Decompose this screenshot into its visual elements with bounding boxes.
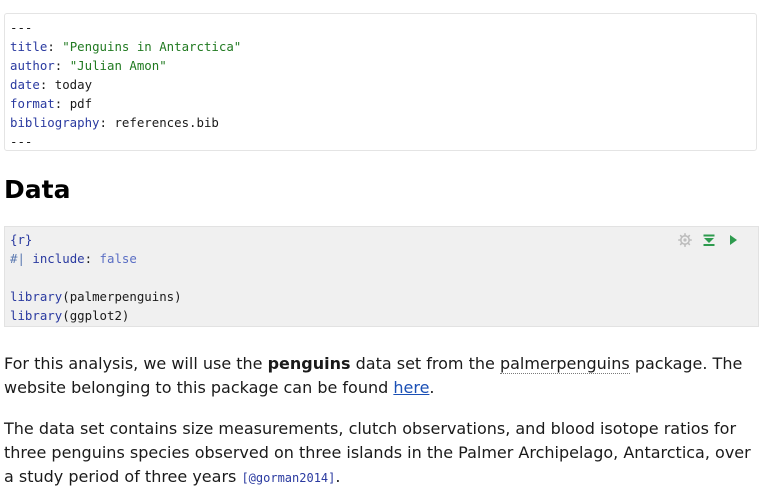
r-code-chunk[interactable]: {r} #| include: false library(palmerpeng… (4, 226, 759, 327)
citation-reference[interactable]: [@gorman2014] (241, 471, 335, 485)
chunk-code-line-1: library(palmerpenguins) (10, 289, 182, 304)
run-chunk-icon[interactable] (726, 233, 740, 247)
yaml-title-line: title: "Penguins in Antarctica" (10, 39, 242, 54)
yaml-bibliography-line: bibliography: references.bib (10, 115, 219, 130)
yaml-format-line: format: pdf (10, 96, 93, 111)
section-heading-data: Data (4, 175, 71, 204)
yaml-date-line: date: today (10, 77, 93, 92)
paragraph-dataset-description: The data set contains size measurements,… (4, 419, 751, 486)
yaml-open-fence: --- (10, 20, 33, 35)
chunk-code-line-2: library(ggplot2) (10, 308, 130, 323)
chunk-toolbar (678, 233, 740, 247)
package-website-link[interactable]: here (393, 378, 429, 397)
package-name-spellcheck[interactable]: palmerpenguins (499, 354, 630, 374)
chunk-option-line: #| include: false (10, 251, 137, 266)
bold-dataset-name: penguins (267, 354, 351, 373)
yaml-close-fence: --- (10, 134, 33, 149)
run-previous-chunks-icon[interactable] (702, 233, 716, 247)
paragraph-intro: For this analysis, we will use the pengu… (4, 354, 743, 397)
yaml-header-block[interactable]: --- title: "Penguins in Antarctica" auth… (4, 13, 757, 151)
chunk-header: {r} (10, 232, 33, 247)
yaml-author-line: author: "Julian Amon" (10, 58, 167, 73)
gear-icon[interactable] (678, 233, 692, 247)
